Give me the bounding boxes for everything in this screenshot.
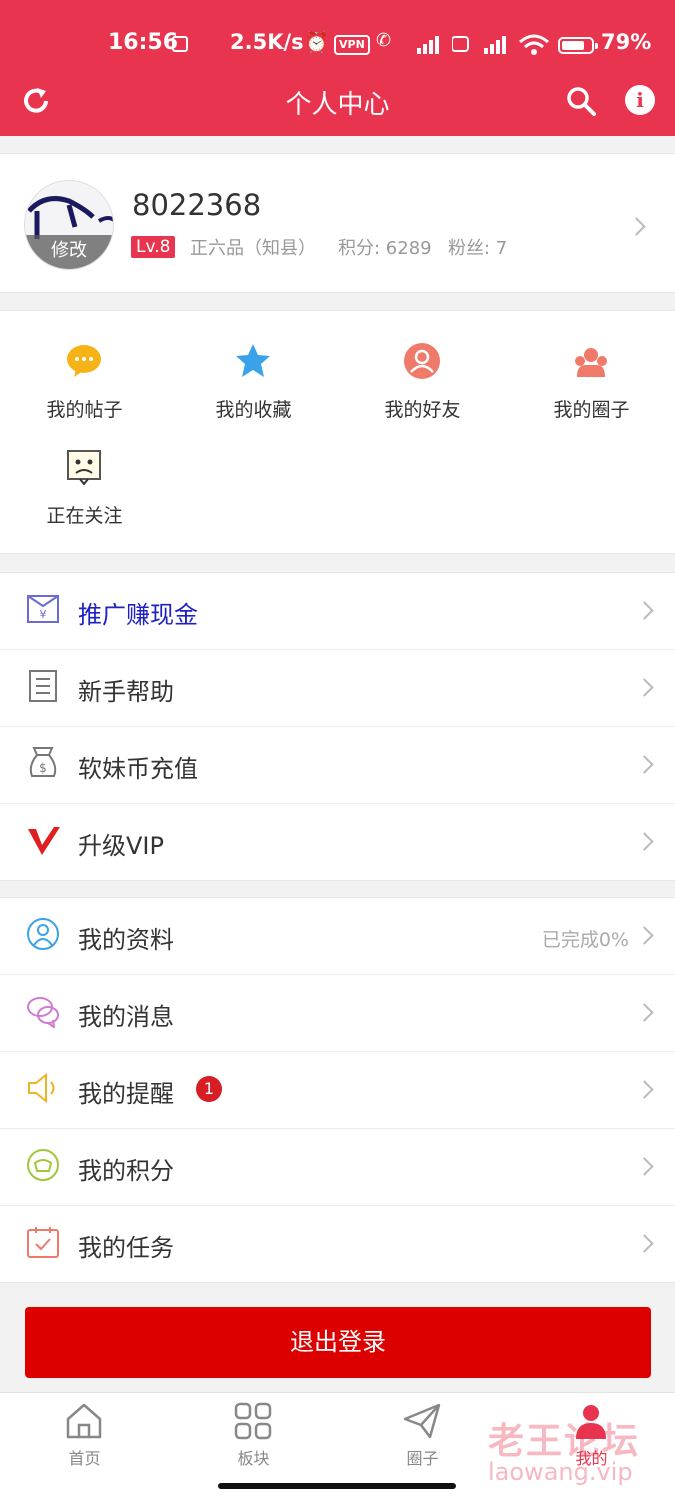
watermark-title: 老王论坛: [488, 1421, 641, 1462]
grid-icon: [234, 1402, 272, 1440]
signal-icon-2: [452, 36, 506, 54]
shortcut-grid: 我的帖子 我的收藏 我的好友 我的圈子 正在关注: [0, 310, 675, 554]
tab-circles[interactable]: 圈子: [338, 1393, 507, 1473]
home-indicator: [218, 1483, 456, 1489]
chevron-right-icon: [635, 1003, 654, 1022]
app-header: 16:56 2.5K/s ⏰ VPN ✆ 79% 个人中心 i: [0, 0, 675, 136]
menu-item-help[interactable]: 新手帮助: [0, 650, 675, 727]
info-icon[interactable]: i: [625, 85, 655, 115]
title-bar: 个人中心 i: [0, 76, 675, 126]
menu-item-my-profile[interactable]: 我的资料 已完成0%: [0, 898, 675, 975]
menu-group-account: 我的资料 已完成0% 我的消息 我的提醒 1 我的积分 我的任务: [0, 897, 675, 1283]
menu-item-label: 我的提醒: [78, 1080, 174, 1108]
reminder-count-badge: 1: [196, 1076, 222, 1102]
menu-item-upgrade-vip[interactable]: 升级VIP: [0, 804, 675, 880]
money-bag-icon: $: [29, 747, 57, 777]
rank-title: 正六品（知县）: [190, 238, 316, 259]
grid-item-my-circles[interactable]: 我的圈子: [507, 311, 675, 421]
menu-item-label: 新手帮助: [78, 678, 174, 706]
chevron-right-icon: [635, 755, 654, 774]
message-icon: [27, 997, 59, 1028]
svg-text:$: $: [39, 761, 47, 775]
chevron-right-icon: [635, 832, 654, 851]
chevron-right-icon: [635, 1157, 654, 1176]
menu-item-my-points[interactable]: 我的积分: [0, 1129, 675, 1206]
vip-v-icon: [28, 827, 60, 855]
menu-item-label: 我的积分: [78, 1157, 174, 1185]
logout-button[interactable]: 退出登录: [25, 1307, 651, 1378]
fans-count: 粉丝: 7: [448, 238, 508, 259]
profile-completion: 已完成0%: [541, 929, 629, 951]
network-speed: 2.5K/s: [230, 30, 304, 54]
follow-face-icon: [67, 450, 101, 485]
group-icon: [575, 348, 607, 377]
chevron-right-icon: [635, 678, 654, 697]
username: 8022368: [132, 188, 262, 222]
svg-text:¥: ¥: [40, 608, 47, 621]
vpn-indicator: VPN: [334, 35, 370, 55]
search-icon[interactable]: [565, 85, 597, 117]
grid-item-my-friends[interactable]: 我的好友: [338, 311, 507, 421]
paper-plane-icon: [403, 1403, 441, 1439]
tab-label: 板块: [237, 1449, 270, 1468]
alarm-icon: ⏰: [304, 30, 329, 54]
coin-icon: [27, 1149, 59, 1181]
grid-item-label: 我的好友: [384, 399, 461, 421]
grid-item-my-favorites[interactable]: 我的收藏: [169, 311, 338, 421]
chat-bubble-icon: [67, 345, 101, 377]
tab-label: 圈子: [406, 1449, 439, 1468]
points-count: 积分: 6289: [338, 238, 432, 259]
speaker-icon: [28, 1072, 55, 1104]
menu-item-label: 推广赚现金: [78, 601, 198, 629]
envelope-yen-icon: ¥: [27, 595, 59, 623]
menu-group-promotions: ¥ 推广赚现金 新手帮助 $ 软妹币充值 升级VIP: [0, 572, 675, 881]
grid-item-label: 我的收藏: [215, 399, 292, 421]
menu-item-label: 我的资料: [78, 926, 174, 954]
battery-icon: [558, 37, 598, 54]
menu-item-promote-earn[interactable]: ¥ 推广赚现金: [0, 573, 675, 650]
chevron-right-icon: [635, 1234, 654, 1253]
calendar-check-icon: [27, 1227, 59, 1258]
avatar-edit-label[interactable]: 修改: [25, 235, 113, 269]
chevron-right-icon: [635, 1080, 654, 1099]
notification-icon: [172, 36, 188, 52]
grid-item-label: 正在关注: [46, 505, 123, 527]
profile-card[interactable]: 修改 8022368 Lv.8 正六品（知县） 积分: 6289 粉丝: 7: [0, 153, 675, 293]
menu-item-label: 我的消息: [78, 1003, 174, 1031]
star-icon: [236, 344, 270, 377]
menu-item-my-tasks[interactable]: 我的任务: [0, 1206, 675, 1282]
menu-item-label: 我的任务: [78, 1234, 174, 1262]
status-time: 16:56: [108, 30, 179, 55]
call-icon: ✆: [376, 30, 392, 51]
grid-item-following[interactable]: 正在关注: [0, 417, 169, 527]
grid-item-label: 我的圈子: [553, 399, 630, 421]
tab-boards[interactable]: 板块: [169, 1393, 338, 1473]
wifi-icon: [519, 34, 549, 55]
menu-item-my-messages[interactable]: 我的消息: [0, 975, 675, 1052]
battery-percent: 79%: [601, 30, 652, 54]
chevron-right-icon: [635, 926, 654, 945]
level-badge: Lv.8: [131, 236, 176, 258]
menu-item-label: 升级VIP: [78, 832, 164, 860]
chevron-right-icon: [635, 601, 654, 620]
home-icon: [66, 1403, 102, 1439]
chevron-right-icon: [627, 217, 646, 236]
avatar[interactable]: 修改: [24, 180, 114, 270]
menu-item-my-reminders[interactable]: 我的提醒 1: [0, 1052, 675, 1129]
menu-item-recharge[interactable]: $ 软妹币充值: [0, 727, 675, 804]
grid-item-my-posts[interactable]: 我的帖子: [0, 311, 169, 421]
user-profile-icon: [27, 918, 59, 950]
menu-item-label: 软妹币充值: [78, 755, 198, 783]
signal-icon-1: [417, 36, 439, 54]
tab-label: 首页: [68, 1449, 101, 1468]
document-icon: [29, 670, 57, 702]
watermark-url: laowang.vip: [488, 1458, 633, 1486]
status-bar: 16:56 2.5K/s ⏰ VPN ✆ 79%: [0, 22, 675, 68]
tab-home[interactable]: 首页: [0, 1393, 169, 1473]
friend-icon: [404, 343, 440, 379]
